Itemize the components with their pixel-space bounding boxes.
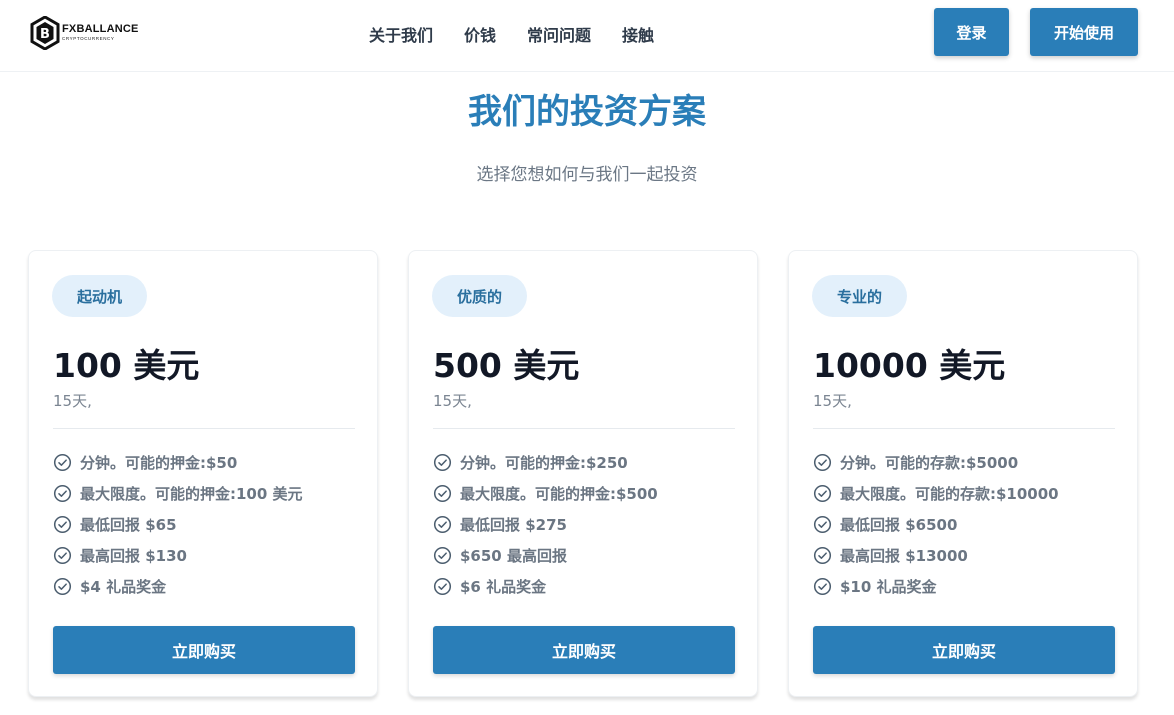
feature-item: 分钟。可能的押金:$250 (433, 447, 658, 478)
nav-faq[interactable]: 常问问题 (527, 22, 591, 46)
nav-pricing[interactable]: 价钱 (464, 22, 496, 46)
check-circle-icon (433, 453, 452, 472)
feature-text: 最低回报 $65 (80, 516, 177, 534)
feature-text: 分钟。可能的押金:$250 (460, 454, 628, 472)
feature-list: 分钟。可能的押金:$50 最大限度。可能的押金:100 美元 最低回报 $65 … (53, 447, 303, 602)
divider (813, 428, 1115, 429)
bitcoin-hexagon-icon: B (30, 16, 60, 50)
feature-list: 分钟。可能的押金:$250 最大限度。可能的押金:$500 最低回报 $275 … (433, 447, 658, 602)
plan-card-professional: 专业的 10000 美元 15天, 分钟。可能的存款:$5000 最大限度。可能… (788, 250, 1138, 697)
feature-text: $6 礼品奖金 (460, 578, 547, 596)
page-subtitle: 选择您想如何与我们一起投资 (476, 165, 698, 185)
feature-list: 分钟。可能的存款:$5000 最大限度。可能的存款:$10000 最低回报 $6… (813, 447, 1059, 602)
page-title: 我们的投资方案 (468, 92, 706, 132)
check-circle-icon (53, 546, 72, 565)
feature-text: 分钟。可能的押金:$50 (80, 454, 238, 472)
plan-price: 500 美元 (433, 346, 580, 385)
plan-card-starter: 起动机 100 美元 15天, 分钟。可能的押金:$50 最大限度。可能的押金:… (28, 250, 378, 697)
feature-text: 分钟。可能的存款:$5000 (840, 454, 1019, 472)
check-circle-icon (433, 546, 452, 565)
feature-item: $6 礼品奖金 (433, 571, 658, 602)
check-circle-icon (813, 515, 832, 534)
feature-item: 最高回报 $13000 (813, 540, 1059, 571)
feature-text: 最低回报 $275 (460, 516, 567, 534)
check-circle-icon (433, 515, 452, 534)
feature-item: 最高回报 $130 (53, 540, 303, 571)
feature-item: 分钟。可能的押金:$50 (53, 447, 303, 478)
divider (433, 428, 735, 429)
feature-text: 最低回报 $6500 (840, 516, 958, 534)
plan-duration: 15天, (813, 392, 852, 410)
svg-text:B: B (40, 27, 50, 42)
check-circle-icon (433, 577, 452, 596)
check-circle-icon (813, 453, 832, 472)
plan-badge: 优质的 (432, 275, 528, 317)
nav-contact[interactable]: 接触 (622, 22, 654, 46)
brand-name: FXBALLANCE (62, 23, 139, 36)
feature-text: $4 礼品奖金 (80, 578, 167, 596)
check-circle-icon (53, 453, 72, 472)
feature-text: 最大限度。可能的押金:100 美元 (80, 485, 303, 503)
check-circle-icon (813, 484, 832, 503)
plan-price: 10000 美元 (813, 346, 1006, 385)
logo[interactable]: B FXBALLANCE CRYPTOCURRENCY (30, 16, 139, 50)
feature-text: 最高回报 $130 (80, 547, 187, 565)
feature-text: $650 最高回报 (460, 547, 567, 565)
feature-item: 最低回报 $65 (53, 509, 303, 540)
plan-card-premium: 优质的 500 美元 15天, 分钟。可能的押金:$250 最大限度。可能的押金… (408, 250, 758, 697)
buy-now-button[interactable]: 立即购买 (53, 626, 355, 674)
feature-item: $10 礼品奖金 (813, 571, 1059, 602)
login-button[interactable]: 登录 (934, 8, 1009, 56)
feature-item: 最低回报 $275 (433, 509, 658, 540)
check-circle-icon (53, 577, 72, 596)
plan-price: 100 美元 (53, 346, 200, 385)
get-started-button[interactable]: 开始使用 (1030, 8, 1138, 56)
feature-item: 分钟。可能的存款:$5000 (813, 447, 1059, 478)
feature-item: 最低回报 $6500 (813, 509, 1059, 540)
check-circle-icon (53, 515, 72, 534)
check-circle-icon (53, 484, 72, 503)
plan-badge: 专业的 (812, 275, 908, 317)
brand-tagline: CRYPTOCURRENCY (62, 36, 115, 42)
check-circle-icon (813, 577, 832, 596)
plan-duration: 15天, (53, 392, 92, 410)
feature-item: 最大限度。可能的押金:$500 (433, 478, 658, 509)
buy-now-button[interactable]: 立即购买 (813, 626, 1115, 674)
main-nav: 关于我们 价钱 常问问题 接触 (369, 22, 654, 46)
plan-duration: 15天, (433, 392, 472, 410)
feature-text: 最大限度。可能的存款:$10000 (840, 485, 1059, 503)
check-circle-icon (433, 484, 452, 503)
feature-text: 最高回报 $13000 (840, 547, 968, 565)
buy-now-button[interactable]: 立即购买 (433, 626, 735, 674)
site-header: B FXBALLANCE CRYPTOCURRENCY 关于我们 价钱 常问问题… (0, 0, 1174, 72)
feature-text: $10 礼品奖金 (840, 578, 937, 596)
check-circle-icon (813, 546, 832, 565)
feature-item: $650 最高回报 (433, 540, 658, 571)
feature-item: 最大限度。可能的押金:100 美元 (53, 478, 303, 509)
feature-text: 最大限度。可能的押金:$500 (460, 485, 658, 503)
nav-about[interactable]: 关于我们 (369, 22, 433, 46)
divider (53, 428, 355, 429)
plan-badge: 起动机 (52, 275, 148, 317)
feature-item: $4 礼品奖金 (53, 571, 303, 602)
feature-item: 最大限度。可能的存款:$10000 (813, 478, 1059, 509)
